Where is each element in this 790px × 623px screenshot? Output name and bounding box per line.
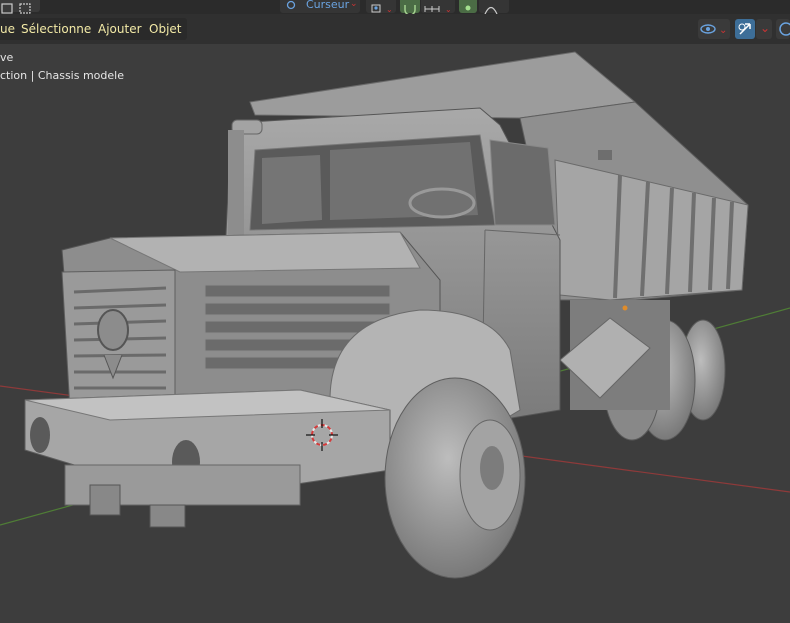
svg-text:⌄: ⌄ xyxy=(719,25,727,36)
gizmo-button[interactable] xyxy=(735,19,755,39)
menu-select[interactable]: Sélectionner xyxy=(15,18,103,40)
chevron-down-icon: ⌄ xyxy=(760,21,771,35)
visibility-icon: ⌄ xyxy=(700,24,727,36)
viewport-scene xyxy=(0,51,790,579)
transform-orientation-button[interactable]: ⌄ xyxy=(366,0,396,14)
svg-text:⌄: ⌄ xyxy=(386,5,393,14)
overlay-icon xyxy=(779,22,790,36)
menu-object[interactable]: Objet xyxy=(143,18,188,40)
snap-button[interactable] xyxy=(400,0,420,16)
proportional-editing-button[interactable] xyxy=(459,0,477,13)
collection-object-label: ction | Chassis modele xyxy=(0,69,124,82)
pivot-point-label: Curseur xyxy=(306,0,350,11)
menu-add[interactable]: Ajouter xyxy=(92,18,148,40)
overlay-button[interactable] xyxy=(776,19,790,39)
snap-target-button[interactable]: ⌄ xyxy=(421,0,455,14)
3d-viewport[interactable]: ve ction | Chassis modele xyxy=(0,44,790,623)
view-mode-icon[interactable] xyxy=(0,0,40,14)
viewport-mode-label: ve xyxy=(0,51,14,64)
pivot-point-dropdown[interactable]: Curseur ⌄ xyxy=(280,0,360,13)
falloff-button[interactable] xyxy=(479,0,509,15)
truck-model[interactable] xyxy=(24,51,749,579)
chevron-down-icon: ⌄ xyxy=(350,0,358,9)
visibility-button[interactable]: ⌄ xyxy=(698,19,730,39)
gizmo-dropdown[interactable]: ⌄ xyxy=(756,19,772,39)
gizmo-icon xyxy=(738,23,751,35)
svg-text:⌄: ⌄ xyxy=(445,5,452,14)
top-toolbar-strip: Curseur ⌄ ⌄ ⌄ xyxy=(0,0,790,16)
pivot-point-icon xyxy=(286,0,296,10)
